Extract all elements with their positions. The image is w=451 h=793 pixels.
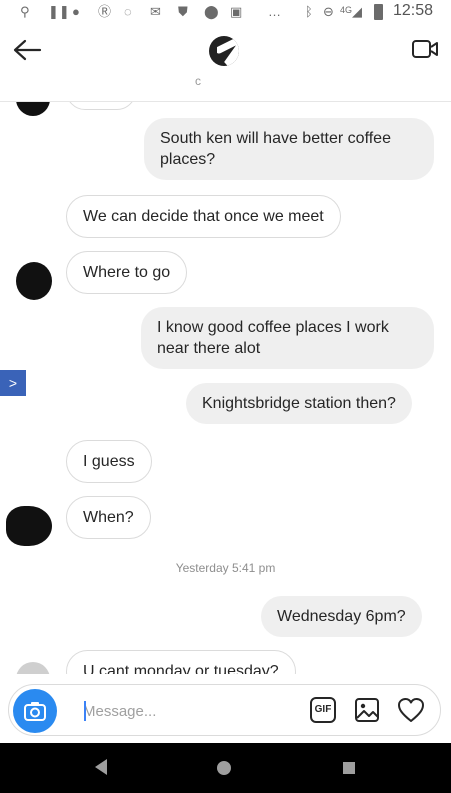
message-bubble-outgoing[interactable]: South ken will have better coffee places… xyxy=(144,118,434,180)
contact-avatar-small xyxy=(6,506,52,546)
message-bubble-outgoing[interactable]: Knightsbridge station then? xyxy=(186,383,412,424)
camera-button[interactable] xyxy=(13,689,57,733)
contact-avatar-small xyxy=(16,102,50,116)
recents-square-icon[interactable] xyxy=(342,761,356,775)
message-bubble-incoming[interactable]: When? xyxy=(66,496,151,539)
pause-icon: ❚❚ xyxy=(48,4,70,19)
message-timestamp: Yesterday 5:41 pm xyxy=(175,561,276,575)
do-not-disturb-icon: ⊖ xyxy=(323,4,334,19)
message-bubble-partial xyxy=(66,102,136,110)
contact-avatar-small xyxy=(16,662,50,674)
camera-icon xyxy=(24,702,46,721)
battery-icon xyxy=(374,4,383,20)
message-bubble-outgoing[interactable]: Wednesday 6pm? xyxy=(261,596,422,637)
back-triangle-icon[interactable] xyxy=(93,758,109,776)
contact-status-text: c xyxy=(195,74,201,88)
video-camera-icon[interactable] xyxy=(411,38,439,60)
network-type: 4G xyxy=(340,5,353,15)
text-cursor xyxy=(84,701,86,721)
message-bubble-incoming[interactable]: We can decide that once we meet xyxy=(66,195,341,238)
chat-header: c xyxy=(0,24,451,102)
contact-avatar-small xyxy=(16,262,52,300)
system-navigation-bar xyxy=(0,743,451,793)
redaction-scribble xyxy=(217,36,239,66)
gif-button[interactable]: GIF xyxy=(310,697,336,723)
side-panel-tab[interactable]: > xyxy=(0,370,26,396)
heart-icon[interactable] xyxy=(397,697,425,723)
gmail-icon: ✉ xyxy=(150,4,161,19)
message-bubble-incoming[interactable]: Where to go xyxy=(66,251,188,294)
status-bar: ⚲ ❚❚ ● Ⓡ ◌ ✉ ⛊ ⬤ ▣ … ᛒ ⊖ 4G ◢ 12:58 xyxy=(0,0,451,24)
shield-icon: ⛊ xyxy=(178,4,188,19)
message-bubble-incoming[interactable]: I guess xyxy=(66,440,152,483)
message-bubble-incoming[interactable]: U cant monday or tuesday? xyxy=(66,650,296,674)
home-circle-icon[interactable] xyxy=(216,760,232,776)
bluetooth-icon: ᛒ xyxy=(305,4,313,19)
image-icon: ▣ xyxy=(230,4,243,19)
message-bubble-outgoing[interactable]: I know good coffee places I work near th… xyxy=(141,307,434,369)
record-icon: ⬤ xyxy=(204,4,219,19)
image-gallery-icon[interactable] xyxy=(354,697,380,723)
message-thread[interactable]: South ken will have better coffee places… xyxy=(0,102,451,674)
message-input[interactable] xyxy=(83,697,293,725)
chat-icon: ◌ xyxy=(124,4,132,19)
status-time: 12:58 xyxy=(393,2,434,19)
arrow-left-icon[interactable] xyxy=(12,38,42,62)
wechat-icon: ● xyxy=(72,4,80,19)
r-app-icon: Ⓡ xyxy=(98,4,112,19)
signal-icon: ◢ xyxy=(352,4,362,19)
message-composer: GIF xyxy=(8,684,441,736)
contact-avatar[interactable] xyxy=(209,36,239,66)
more-notifications: … xyxy=(268,4,281,19)
wifi-call-icon: ⚲ xyxy=(20,4,30,19)
